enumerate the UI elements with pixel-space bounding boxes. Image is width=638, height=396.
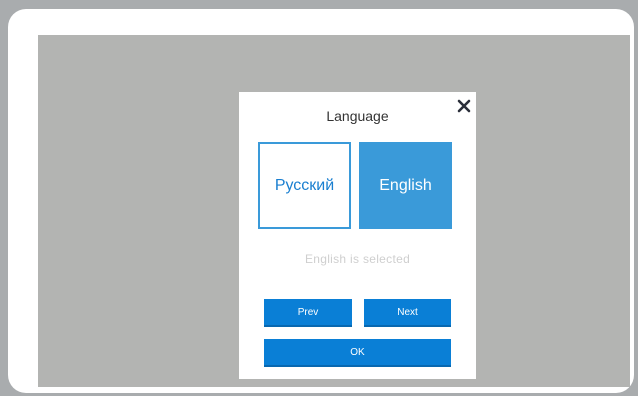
- close-icon[interactable]: [456, 98, 472, 114]
- prev-button[interactable]: Prev: [264, 299, 352, 327]
- ok-button[interactable]: OK: [264, 339, 451, 367]
- screen-frame: Language Русский English English is sele…: [8, 9, 634, 393]
- language-option-russian[interactable]: Русский: [258, 142, 351, 229]
- dialog-title: Language: [326, 108, 389, 124]
- language-option-english[interactable]: English: [359, 142, 452, 229]
- next-button[interactable]: Next: [364, 299, 451, 327]
- language-dialog: Language Русский English English is sele…: [239, 92, 476, 379]
- selection-status: English is selected: [304, 252, 411, 266]
- modal-overlay: Language Русский English English is sele…: [38, 35, 630, 387]
- language-option-label: English: [379, 176, 432, 194]
- language-option-label: Русский: [274, 176, 335, 194]
